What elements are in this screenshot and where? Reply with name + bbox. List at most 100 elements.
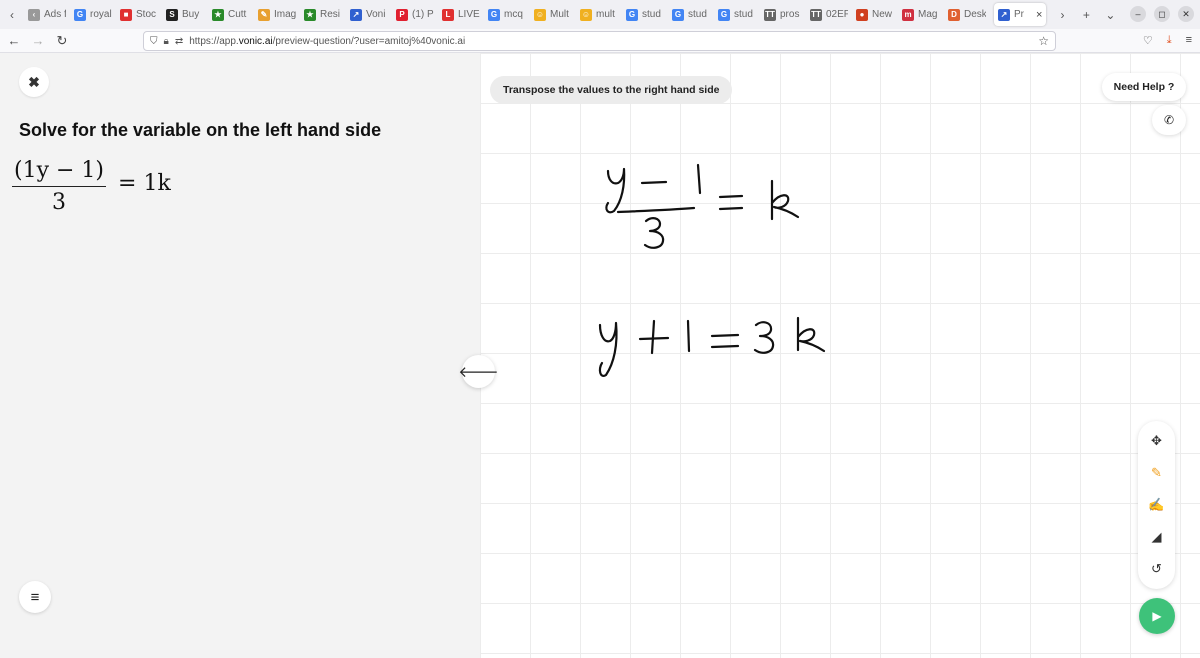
collapse-panel-button[interactable]: 🡐 bbox=[458, 355, 499, 388]
tab-label: Voni bbox=[366, 9, 386, 20]
browser-tab[interactable]: TT pros bbox=[760, 0, 806, 29]
stroke-k2 bbox=[796, 316, 826, 353]
tab-label: New bbox=[872, 9, 893, 20]
stroke-fraction-bar bbox=[616, 206, 696, 214]
stroke-one2 bbox=[686, 319, 691, 353]
browser-tab[interactable]: Gstud bbox=[622, 0, 668, 29]
browser-tab[interactable]: Gstud bbox=[668, 0, 714, 29]
news-icon: ● bbox=[856, 8, 868, 21]
tab-scroll-right-icon[interactable]: › bbox=[1050, 0, 1074, 29]
tab-label: (1) P bbox=[412, 9, 434, 20]
browser-tab[interactable]: ☺ mult bbox=[576, 0, 622, 29]
minimize-icon[interactable]: – bbox=[1130, 6, 1146, 22]
browser-tab[interactable]: L LIVE bbox=[438, 0, 484, 29]
browser-tab-bar: ‹ ‹ Ads f Groyal ■ Stoc S Buy ★ Cutt ✎ Imag ★ Resi ↗ V… bbox=[0, 0, 1200, 29]
forward-icon[interactable]: → bbox=[26, 33, 50, 48]
cutt-icon: ★ bbox=[212, 8, 224, 21]
tab-label: royal bbox=[90, 9, 112, 20]
stroke-equals2-bottom bbox=[710, 344, 740, 349]
browser-tab[interactable]: ★ Resi bbox=[300, 0, 346, 29]
equation-denominator: 3 bbox=[52, 190, 66, 215]
browser-tab[interactable]: ↗ Voni bbox=[346, 0, 392, 29]
stroke-y2 bbox=[598, 321, 618, 377]
download-icon[interactable]: ⤓ bbox=[1167, 34, 1172, 47]
browser-nav-bar: ← → ↻ ⛉ 🔒︎ ⇄ https://app.vonic.ai/previe… bbox=[0, 29, 1200, 53]
close-button[interactable]: ✖ bbox=[19, 67, 49, 97]
stroke-three bbox=[643, 217, 665, 249]
ads-icon: ‹ bbox=[28, 8, 40, 21]
equation-numerator: (1y − 1) bbox=[12, 158, 107, 187]
browser-tab[interactable]: D Desk bbox=[944, 0, 990, 29]
eraser-icon[interactable]: ◢ bbox=[1144, 524, 1170, 550]
browser-tab[interactable]: ‹ Ads f bbox=[24, 0, 70, 29]
call-button[interactable]: ✆ bbox=[1152, 105, 1186, 135]
window-controls: – ◻ ✕ bbox=[1130, 6, 1194, 22]
live-icon: L bbox=[442, 8, 454, 21]
back-icon[interactable]: ← bbox=[2, 33, 26, 48]
undo-icon[interactable]: ↺ bbox=[1144, 556, 1170, 582]
browser-tab[interactable]: Gstud bbox=[714, 0, 760, 29]
browser-tab[interactable]: ● New bbox=[852, 0, 898, 29]
stroke-equals-top bbox=[718, 194, 744, 199]
browser-tab[interactable]: Gmcq bbox=[484, 0, 530, 29]
submit-play-button[interactable]: ▶ bbox=[1139, 598, 1175, 634]
pocket-icon[interactable]: ♡ bbox=[1143, 34, 1153, 47]
browser-tab[interactable]: m Mag bbox=[898, 0, 944, 29]
url-text[interactable]: https://app.vonic.ai/preview-question/?u… bbox=[189, 36, 465, 47]
browser-tab[interactable]: ✎ Imag bbox=[254, 0, 300, 29]
browser-tab[interactable]: P (1) P bbox=[392, 0, 438, 29]
desk-icon: D bbox=[948, 8, 960, 21]
tab-label: Pr bbox=[1014, 9, 1024, 20]
vonic-icon: ↗ bbox=[998, 8, 1010, 21]
shield-icon[interactable]: ⛉ bbox=[150, 36, 158, 47]
stroke-equals-bottom bbox=[718, 206, 744, 211]
browser-tab[interactable]: ☺ Mult bbox=[530, 0, 576, 29]
browser-tab[interactable]: Groyal bbox=[70, 0, 116, 29]
new-tab-icon[interactable]: + bbox=[1074, 0, 1098, 29]
bookmark-star-icon[interactable]: ☆ bbox=[1038, 34, 1049, 48]
tab-label: Cutt bbox=[228, 9, 247, 20]
lock-icon: 🔒︎ bbox=[163, 35, 169, 47]
question-panel: ✖ Solve for the variable on the left han… bbox=[0, 53, 480, 658]
menu-icon: ≡ bbox=[30, 588, 40, 606]
move-icon[interactable]: ✥ bbox=[1144, 428, 1170, 454]
browser-tab-active[interactable]: ↗ Pr × bbox=[994, 3, 1047, 26]
maximize-icon[interactable]: ◻ bbox=[1154, 6, 1170, 22]
need-help-button[interactable]: Need Help ? bbox=[1102, 73, 1186, 101]
tab-label: LIVE bbox=[458, 9, 480, 20]
reload-icon[interactable]: ↻ bbox=[50, 33, 74, 49]
pros-icon: TT bbox=[764, 8, 776, 21]
google-icon: G bbox=[488, 8, 500, 21]
browser-tab[interactable]: TT 02EF bbox=[806, 0, 852, 29]
menu-hamburger-icon[interactable]: ≡ bbox=[1186, 34, 1192, 47]
equation-fraction: (1y − 1) 3 bbox=[12, 158, 107, 215]
toolbar-right: ♡ ⤓ ≡ bbox=[1143, 34, 1192, 47]
edit-icon[interactable]: ✍ bbox=[1144, 492, 1170, 518]
tab-list-icon[interactable]: ⌄ bbox=[1098, 0, 1122, 29]
stock-icon: ■ bbox=[120, 8, 132, 21]
tab-label: Desk bbox=[964, 9, 986, 20]
stroke-y bbox=[605, 167, 626, 214]
tab-label: Mag bbox=[918, 9, 938, 20]
phone-icon: ✆ bbox=[1163, 113, 1175, 127]
browser-tab[interactable]: S Buy bbox=[162, 0, 208, 29]
whiteboard-canvas[interactable]: Transpose the values to the right hand s… bbox=[480, 53, 1200, 658]
url-bar[interactable]: ⛉ 🔒︎ ⇄ https://app.vonic.ai/preview-ques… bbox=[143, 31, 1056, 51]
stroke-equals2-top bbox=[710, 333, 740, 338]
close-window-icon[interactable]: ✕ bbox=[1178, 6, 1194, 22]
browser-tab[interactable]: ★ Cutt bbox=[208, 0, 254, 29]
stroke-one bbox=[696, 163, 702, 195]
image-icon: ✎ bbox=[258, 8, 270, 21]
menu-button[interactable]: ≡ bbox=[19, 581, 51, 613]
permissions-icon[interactable]: ⇄ bbox=[175, 36, 183, 47]
browser-tab[interactable]: ■ Stoc bbox=[116, 0, 162, 29]
resi-icon: ★ bbox=[304, 8, 316, 21]
tab-label: pros bbox=[780, 9, 800, 20]
tab-scroll-left-icon[interactable]: ‹ bbox=[0, 0, 24, 29]
mag-icon: m bbox=[902, 8, 914, 21]
close-tab-icon[interactable]: × bbox=[1036, 9, 1042, 21]
app-content: ✖ Solve for the variable on the left han… bbox=[0, 53, 1200, 658]
question-equation: (1y − 1) 3 = 1k bbox=[12, 158, 171, 215]
pencil-icon[interactable]: ✎ bbox=[1144, 460, 1170, 486]
tab-label: Resi bbox=[320, 9, 341, 20]
